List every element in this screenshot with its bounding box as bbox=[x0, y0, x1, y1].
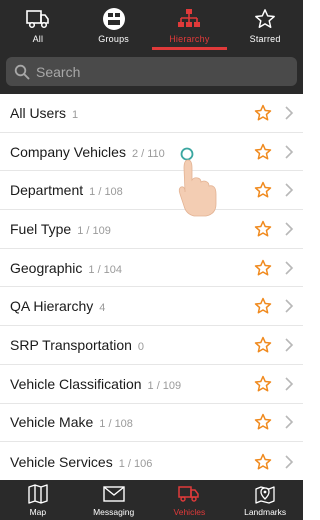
list-item-name: Vehicle Make 1 / 108 bbox=[10, 414, 133, 431]
star-icon[interactable] bbox=[254, 143, 272, 161]
list-item[interactable]: SRP Transportation 0 bbox=[0, 326, 303, 365]
list-item[interactable]: Department 1 / 108 bbox=[0, 171, 303, 211]
chevron-right-icon bbox=[285, 299, 294, 313]
chevron-right-icon bbox=[285, 415, 294, 430]
list-item-name: SRP Transportation 0 bbox=[10, 337, 145, 354]
list-item[interactable]: Vehicle Services 1 / 106 bbox=[0, 442, 303, 480]
tab-groups[interactable]: Groups bbox=[76, 0, 152, 50]
star-icon[interactable] bbox=[254, 375, 272, 393]
list-item-name: Fuel Type 1 / 109 bbox=[10, 220, 111, 237]
star-icon[interactable] bbox=[254, 297, 272, 315]
list-item-count: 1 / 104 bbox=[88, 263, 123, 276]
tab-vehicles[interactable]: Vehicles bbox=[152, 480, 228, 520]
list-item-count: 1 / 108 bbox=[99, 418, 133, 431]
chevron-right-icon bbox=[285, 106, 294, 120]
search-icon bbox=[14, 64, 30, 80]
list-item-count: 2 / 110 bbox=[131, 147, 165, 160]
list-item-count: 1 / 108 bbox=[89, 186, 123, 199]
list-item-count: 1 / 106 bbox=[118, 457, 153, 470]
tab-all[interactable]: All bbox=[0, 0, 76, 50]
tab-messaging-label: Messaging bbox=[93, 507, 135, 517]
list-item[interactable]: Company Vehicles 2 / 110 bbox=[0, 133, 303, 172]
tab-groups-label: Groups bbox=[98, 34, 129, 44]
tab-hierarchy[interactable]: Hierarchy bbox=[151, 0, 228, 50]
tab-all-label: All bbox=[32, 34, 44, 44]
groups-icon bbox=[100, 7, 128, 31]
chevron-right-icon bbox=[285, 261, 294, 275]
list-item[interactable]: Geographic 1 / 104 bbox=[0, 249, 303, 288]
list-item-name: Company Vehicles 2 / 110 bbox=[10, 143, 165, 160]
list-item-name: Department 1 / 108 bbox=[10, 182, 123, 199]
list-item-count: 0 bbox=[137, 341, 145, 354]
chevron-right-icon bbox=[285, 338, 294, 352]
truck-icon bbox=[177, 484, 201, 504]
list-item[interactable]: QA Hierarchy 4 bbox=[0, 288, 303, 327]
tab-messaging[interactable]: Messaging bbox=[76, 480, 152, 520]
tab-starred-label: Starred bbox=[249, 34, 281, 44]
list-item[interactable]: Vehicle Classification 1 / 109 bbox=[0, 365, 303, 404]
search-input[interactable] bbox=[36, 63, 276, 80]
star-icon[interactable] bbox=[254, 259, 272, 277]
list-item-name: QA Hierarchy 4 bbox=[10, 298, 106, 315]
chevron-right-icon bbox=[285, 377, 294, 391]
star-icon[interactable] bbox=[254, 181, 272, 199]
top-tab-bar: All Groups Hierarchy Starred bbox=[0, 0, 303, 50]
chevron-right-icon bbox=[285, 144, 294, 159]
tab-vehicles-label: Vehicles bbox=[173, 507, 206, 517]
chevron-right-icon bbox=[285, 183, 294, 197]
list-item-name: All Users 1 bbox=[10, 104, 79, 121]
list-item[interactable]: All Users 1 bbox=[0, 94, 303, 133]
search-field[interactable] bbox=[6, 57, 297, 86]
star-icon[interactable] bbox=[254, 336, 272, 354]
tab-landmarks-label: Landmarks bbox=[244, 507, 287, 517]
list-item-count: 1 / 109 bbox=[147, 379, 182, 392]
map-icon bbox=[26, 484, 50, 504]
list-item-name: Geographic 1 / 104 bbox=[10, 259, 123, 276]
envelope-icon bbox=[102, 484, 126, 504]
search-bar bbox=[0, 50, 303, 94]
hierarchy-icon bbox=[175, 7, 203, 31]
landmark-pin-icon bbox=[253, 484, 277, 504]
vehicle-icon bbox=[24, 7, 52, 31]
star-outline-icon bbox=[251, 7, 279, 31]
tab-map[interactable]: Map bbox=[0, 480, 76, 520]
star-icon[interactable] bbox=[254, 220, 272, 238]
star-icon[interactable] bbox=[254, 413, 272, 431]
star-icon[interactable] bbox=[254, 104, 272, 122]
tab-hierarchy-label: Hierarchy bbox=[169, 34, 210, 44]
list-item[interactable]: Vehicle Make 1 / 108 bbox=[0, 404, 303, 443]
star-icon[interactable] bbox=[254, 453, 272, 471]
hierarchy-list: All Users 1 Company Vehicles 2 / 110 Depar… bbox=[0, 94, 303, 480]
chevron-right-icon bbox=[285, 222, 294, 236]
list-item-name: Vehicle Services 1 / 106 bbox=[10, 453, 153, 470]
tab-starred[interactable]: Starred bbox=[227, 0, 303, 50]
list-item-count: 1 / 109 bbox=[77, 224, 111, 237]
list-item-name: Vehicle Classification 1 / 109 bbox=[10, 375, 182, 392]
list-item-count: 1 bbox=[72, 108, 79, 121]
tab-map-label: Map bbox=[29, 507, 47, 517]
list-item[interactable]: Fuel Type 1 / 109 bbox=[0, 210, 303, 249]
chevron-right-icon bbox=[285, 455, 294, 469]
list-item-count: 4 bbox=[99, 302, 106, 315]
tab-landmarks[interactable]: Landmarks bbox=[227, 480, 303, 520]
bottom-tab-bar: Map Messaging Vehicles Landmarks bbox=[0, 480, 303, 520]
